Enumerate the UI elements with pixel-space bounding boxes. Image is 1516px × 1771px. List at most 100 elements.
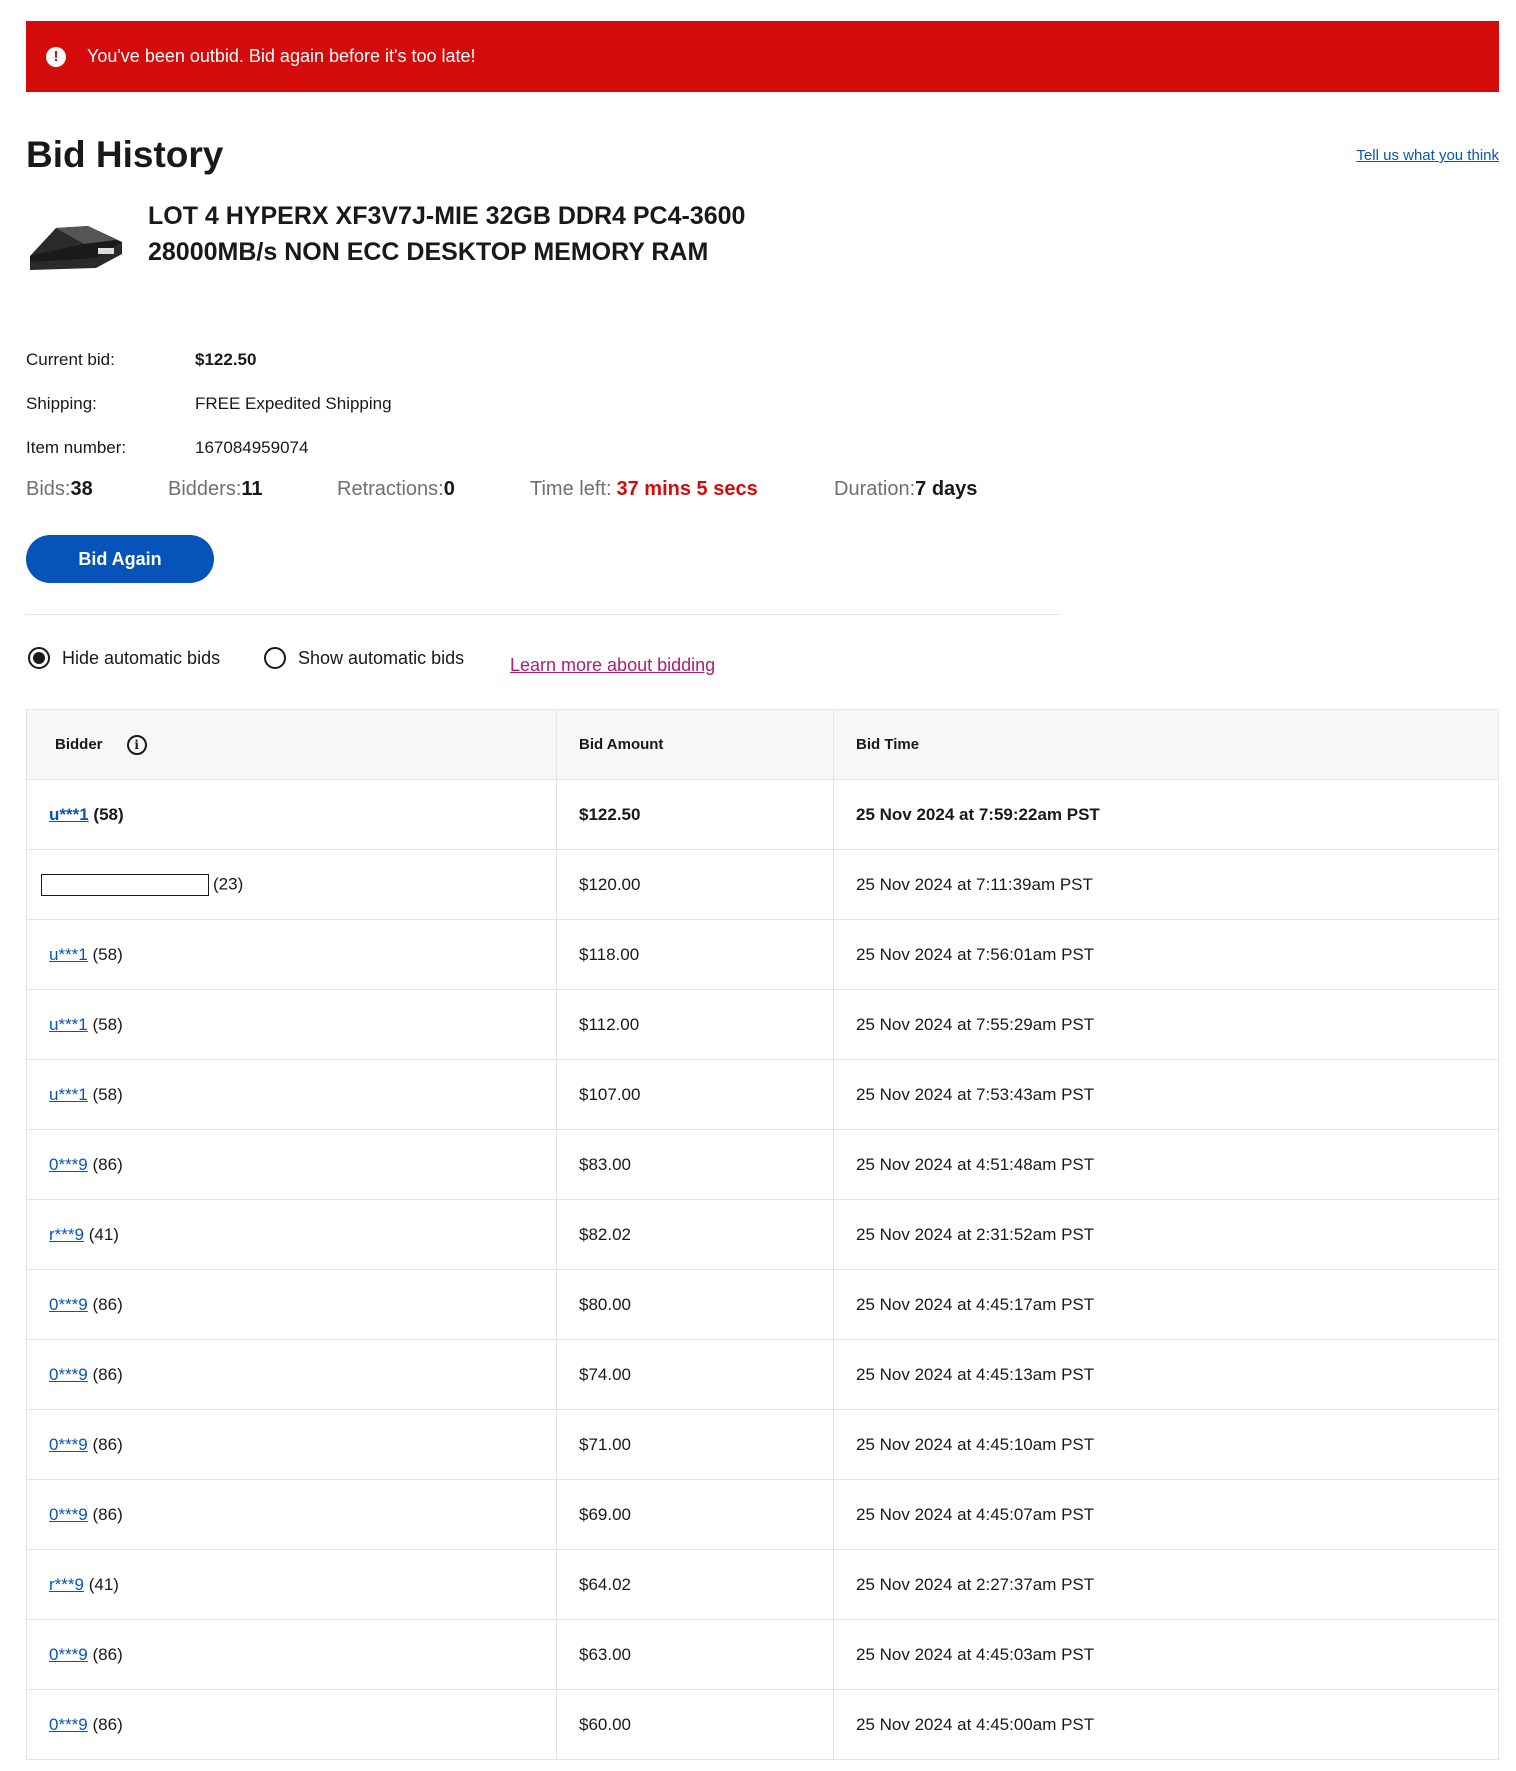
bidder-cell: r***9 (41) <box>26 1199 557 1270</box>
item-number-value: 167084959074 <box>195 438 309 457</box>
learn-more-bidding-link[interactable]: Learn more about bidding <box>510 655 715 676</box>
bids-value: 38 <box>70 478 93 500</box>
item-number-label: Item number: <box>26 438 127 457</box>
table-row: u***1 (58) $112.00 25 Nov 2024 at 7:55:29a… <box>26 989 1499 1060</box>
time-left-label: Time left: <box>530 478 612 500</box>
hide-automatic-bids-label[interactable]: Hide automatic bids <box>62 648 220 669</box>
table-row: u***1 (58) $107.00 25 Nov 2024 at 7:53:43a… <box>26 1059 1499 1130</box>
bid-time-cell: 25 Nov 2024 at 2:27:37am PST <box>833 1549 1499 1620</box>
bid-amount-cell: $74.00 <box>556 1339 834 1410</box>
bid-amount-cell: $112.00 <box>556 989 834 1060</box>
redacted-bidder-box <box>41 873 209 896</box>
retractions-value: 0 <box>443 478 455 500</box>
item-number-row: Item number: 167084959074 <box>26 438 308 458</box>
bidder-cell: 0***9 (86) <box>26 1129 557 1200</box>
bidder-cell: (23) <box>26 849 557 920</box>
bid-amount-cell: $80.00 <box>556 1269 834 1340</box>
bidder-link[interactable]: u***1 <box>49 1085 88 1104</box>
bid-amount-cell: $63.00 <box>556 1619 834 1690</box>
bidder-link[interactable]: u***1 <box>49 1015 88 1034</box>
bid-time-cell: 25 Nov 2024 at 7:59:22am PST <box>833 779 1499 850</box>
hide-automatic-bids-radio[interactable]: Hide automatic bids <box>28 647 220 669</box>
duration-label: Duration: <box>834 478 916 500</box>
bidder-cell: u***1 (58) <box>26 919 557 990</box>
time-column-header: Bid Time <box>833 709 1499 780</box>
bid-time-cell: 25 Nov 2024 at 4:45:10am PST <box>833 1409 1499 1480</box>
bidder-link[interactable]: 0***9 <box>49 1505 88 1524</box>
table-row: 0***9 (86) $80.00 25 Nov 2024 at 4:45:17am… <box>26 1269 1499 1340</box>
bidder-link[interactable]: r***9 <box>49 1575 84 1594</box>
bidder-link[interactable]: u***1 <box>49 945 88 964</box>
bidder-link[interactable]: r***9 <box>49 1225 84 1244</box>
current-bid-value: $122.50 <box>195 350 257 369</box>
bid-again-button[interactable]: Bid Again <box>26 535 214 583</box>
retractions-label: Retractions: <box>337 478 444 500</box>
bidder-link[interactable]: 0***9 <box>49 1715 88 1734</box>
bidder-link[interactable]: 0***9 <box>49 1365 88 1384</box>
time-left-value: 37 mins 5 secs <box>616 478 758 500</box>
bidder-cell: 0***9 (86) <box>26 1689 557 1760</box>
bidder-cell: 0***9 (86) <box>26 1409 557 1480</box>
item-thumbnail[interactable] <box>26 218 124 274</box>
shipping-value: FREE Expedited Shipping <box>195 394 392 413</box>
bid-time-cell: 25 Nov 2024 at 7:53:43am PST <box>833 1059 1499 1130</box>
bidder-cell: 0***9 (86) <box>26 1269 557 1340</box>
bidder-cell: u***1 (58) <box>26 1059 557 1130</box>
exclamation-circle-icon: ! <box>46 46 66 67</box>
table-row: (23) $120.00 25 Nov 2024 at 7:11:39am PST <box>26 849 1499 920</box>
stat-bidders: Bidders: 11 <box>168 478 337 501</box>
amount-column-header: Bid Amount <box>556 709 834 780</box>
bidder-link[interactable]: 0***9 <box>49 1155 88 1174</box>
auction-stats: Bids: 38 Bidders: 11 Retractions: 0 Time le… <box>26 478 977 501</box>
section-divider <box>26 614 1061 615</box>
bid-amount-cell: $60.00 <box>556 1689 834 1760</box>
radio-selected-icon[interactable] <box>28 647 50 669</box>
bidder-cell: u***1 (58) <box>26 779 557 850</box>
show-automatic-bids-radio[interactable]: Show automatic bids <box>264 647 464 669</box>
bid-amount-cell: $82.02 <box>556 1199 834 1270</box>
current-bid-row: Current bid: $122.50 <box>26 350 256 370</box>
bid-time-cell: 25 Nov 2024 at 7:55:29am PST <box>833 989 1499 1060</box>
current-bid-label: Current bid: <box>26 350 115 369</box>
bidder-feedback-score: (41) <box>88 1224 119 1244</box>
item-title: LOT 4 HYPERX XF3V7J-MIE 32GB DDR4 PC4-36… <box>148 202 746 266</box>
outbid-alert-banner: ! You've been outbid. Bid again before i… <box>26 21 1499 92</box>
bid-amount-cell: $118.00 <box>556 919 834 990</box>
bidder-link[interactable]: u***1 <box>49 805 89 824</box>
table-row: 0***9 (86) $60.00 25 Nov 2024 at 4:45:00am… <box>26 1689 1499 1760</box>
show-automatic-bids-label[interactable]: Show automatic bids <box>298 648 464 669</box>
bidder-feedback-score: (58) <box>92 944 123 964</box>
bids-label: Bids: <box>26 478 71 500</box>
table-row: 0***9 (86) $69.00 25 Nov 2024 at 4:45:07am… <box>26 1479 1499 1550</box>
bidder-link[interactable]: 0***9 <box>49 1645 88 1664</box>
bid-time-cell: 25 Nov 2024 at 2:31:52am PST <box>833 1199 1499 1270</box>
bid-amount-cell: $120.00 <box>556 849 834 920</box>
table-row: 0***9 (86) $83.00 25 Nov 2024 at 4:51:48am… <box>26 1129 1499 1200</box>
table-row: u***1 (58) $118.00 25 Nov 2024 at 7:56:01a… <box>26 919 1499 990</box>
bidder-link[interactable]: 0***9 <box>49 1435 88 1454</box>
stat-bids: Bids: 38 <box>26 478 168 501</box>
bidder-feedback-score: (58) <box>92 1084 123 1104</box>
shipping-label: Shipping: <box>26 394 97 413</box>
bid-time-cell: 25 Nov 2024 at 4:45:13am PST <box>833 1339 1499 1410</box>
bidder-feedback-score: (86) <box>92 1504 123 1524</box>
radio-unselected-icon[interactable] <box>264 647 286 669</box>
table-row: r***9 (41) $64.02 25 Nov 2024 at 2:27:37am… <box>26 1549 1499 1620</box>
bid-time-cell: 25 Nov 2024 at 4:45:17am PST <box>833 1269 1499 1340</box>
bidder-cell: r***9 (41) <box>26 1549 557 1620</box>
info-icon[interactable]: i <box>126 734 147 755</box>
bid-amount-cell: $83.00 <box>556 1129 834 1200</box>
bidder-feedback-score: (41) <box>88 1574 119 1594</box>
bidder-link[interactable]: 0***9 <box>49 1295 88 1314</box>
bid-amount-cell: $71.00 <box>556 1409 834 1480</box>
feedback-link[interactable]: Tell us what you think <box>1356 147 1499 164</box>
table-row: u***1 (58) $122.50 25 Nov 2024 at 7:59:22a… <box>26 779 1499 850</box>
bidder-feedback-score: (86) <box>92 1294 123 1314</box>
bidder-feedback-score: (58) <box>92 1014 123 1034</box>
bidder-feedback-score: (58) <box>93 804 124 824</box>
bidder-cell: 0***9 (86) <box>26 1339 557 1410</box>
page-title: Bid History <box>26 134 224 175</box>
duration-value: 7 days <box>915 478 978 500</box>
stat-time-left: Time left: 37 mins 5 secs <box>530 478 834 501</box>
bidder-feedback-score: (86) <box>92 1714 123 1734</box>
